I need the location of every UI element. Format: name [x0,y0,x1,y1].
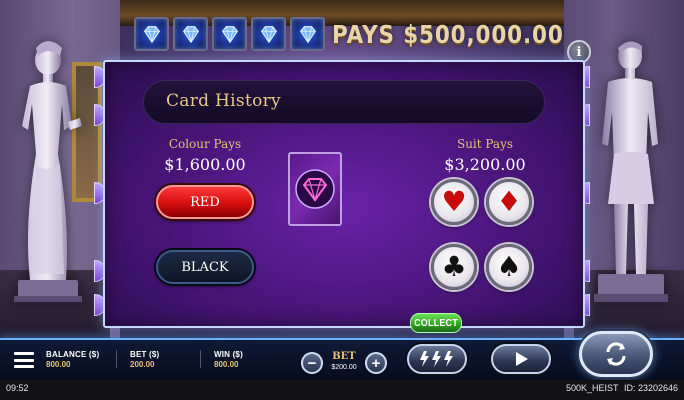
spade-icon: ♠ [496,250,522,283]
black-button-label: BLACK [181,259,229,275]
heart-suit-button[interactable]: ♥ [431,179,477,225]
suit-pays-amount: $3,200.00 [444,155,526,174]
refresh-arrows-icon [606,342,626,366]
balance-value: 800.00 [46,360,71,369]
male-statue-illustration [594,41,668,302]
red-button[interactable]: RED [156,185,254,219]
autoplay-button[interactable] [491,344,551,374]
divider [200,350,201,368]
face-down-card [288,152,342,226]
bet-stat-label: BET ($) [130,350,160,359]
jackpot-gem-row [134,17,325,51]
spin-button[interactable] [579,331,653,377]
divider [116,350,117,368]
decrease-bet-button[interactable]: − [301,352,323,374]
card-history-panel: Card History Colour Pays $1,600.00 RED B… [103,60,585,328]
menu-icon[interactable] [14,352,34,368]
game-id: ID: 23202646 [624,383,679,393]
win-label: WIN ($) [214,350,243,359]
heart-icon: ♥ [441,185,467,218]
play-icon [516,352,528,366]
diamond-logo-icon [295,169,335,209]
lightning-bolts-icon [420,351,453,367]
female-statue-illustration [14,41,82,302]
red-button-label: RED [190,194,220,210]
diamond-gem-icon [290,17,325,51]
diamond-gem-icon [251,17,286,51]
win-value: 800.00 [214,360,239,369]
bet-stat-value: 200.00 [130,360,155,369]
panel-title: Card History [166,91,281,111]
bet-selector-label: BET [332,351,356,362]
colour-pays-amount: $1,600.00 [164,155,246,174]
bet-selector-value: $200.00 [331,364,357,371]
club-icon: ♣ [441,250,467,283]
info-icon: i [576,44,582,60]
turbo-button[interactable] [407,344,467,374]
suit-pays-label: Suit Pays [456,137,514,151]
game-name: 500K_HEIST [566,383,619,393]
diamond-suit-button[interactable]: ♦ [486,179,532,225]
diamond-icon: ♦ [496,185,522,218]
increase-bet-button[interactable]: + [365,352,387,374]
spade-suit-button[interactable]: ♠ [486,244,532,290]
black-button[interactable]: BLACK [156,250,254,284]
balance-label: BALANCE ($) [46,350,100,359]
diamond-gem-icon [134,17,169,51]
colour-pays-label: Colour Pays [168,137,242,151]
jackpot-amount: PAYS $500,000.00 [332,20,564,49]
club-suit-button[interactable]: ♣ [431,244,477,290]
clock-time: 09:52 [6,383,29,393]
diamond-gem-icon [212,17,247,51]
diamond-gem-icon [173,17,208,51]
panel-title-bar: Card History [143,80,545,124]
collect-button[interactable]: COLLECT [409,313,463,333]
